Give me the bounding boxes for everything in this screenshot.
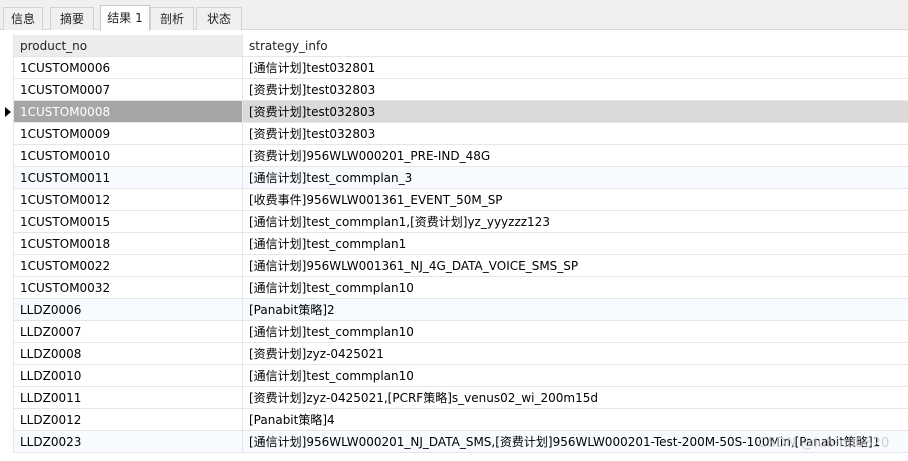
cell-product-no[interactable]: LLDZ0010 [14,365,243,386]
cell-strategy-info[interactable]: [资费计划]zyz-0425021 [243,343,908,364]
cell-strategy-info[interactable]: [通信计划]test_commplan1 [243,233,908,254]
table-row[interactable]: LLDZ0010 [通信计划]test_commplan10 [0,365,908,387]
cell-product-no[interactable]: 1CUSTOM0022 [14,255,243,276]
table-row[interactable]: 1CUSTOM0011 [通信计划]test_commplan_3 [0,167,908,189]
cell-strategy-info[interactable]: [资费计划]test032803 [243,79,908,100]
row-indicator[interactable] [0,189,14,211]
cell-product-no[interactable]: 1CUSTOM0010 [14,145,243,166]
tab-status[interactable]: 状态 [196,7,242,30]
table-row[interactable]: 1CUSTOM0032 [通信计划]test_commplan10 [0,277,908,299]
cell-strategy-info[interactable]: [资费计划]zyz-0425021,[PCRF策略]s_venus02_wi_2… [243,387,908,408]
cell-strategy-info[interactable]: [通信计划]test_commplan10 [243,365,908,386]
result-grid: product_no strategy_info 1CUSTOM0006 [通信计… [0,35,908,453]
row-indicator[interactable] [0,167,14,189]
cell-product-no[interactable]: 1CUSTOM0015 [14,211,243,232]
cell-strategy-info[interactable]: [通信计划]test_commplan1,[资费计划]yz_yyyzzz123 [243,211,908,232]
cell-product-no[interactable]: LLDZ0007 [14,321,243,342]
row-indicator[interactable] [0,79,14,101]
cell-product-no[interactable]: 1CUSTOM0009 [14,123,243,144]
cell-product-no[interactable]: 1CUSTOM0011 [14,167,243,188]
grid-header-row: product_no strategy_info [0,35,908,57]
row-indicator[interactable] [0,409,14,431]
row-indicator[interactable] [0,255,14,277]
cell-strategy-info[interactable]: [资费计划]test032803 [243,123,908,144]
cell-product-no[interactable]: 1CUSTOM0007 [14,79,243,100]
table-row[interactable]: 1CUSTOM0006 [通信计划]test032801 [0,57,908,79]
row-indicator[interactable] [0,145,14,167]
row-indicator[interactable] [0,57,14,79]
table-row[interactable]: 1CUSTOM0007 [资费计划]test032803 [0,79,908,101]
tab-profile[interactable]: 剖析 [150,7,194,30]
row-indicator[interactable] [0,277,14,299]
column-header-strategy-info[interactable]: strategy_info [243,35,908,56]
column-header-product-no[interactable]: product_no [14,35,243,56]
row-indicator[interactable] [0,343,14,365]
table-row[interactable]: LLDZ0011 [资费计划]zyz-0425021,[PCRF策略]s_venu… [0,387,908,409]
table-row[interactable]: LLDZ0006 [Panabit策略]2 [0,299,908,321]
tab-info[interactable]: 信息 [3,7,43,30]
table-row[interactable]: LLDZ0012 [Panabit策略]4 [0,409,908,431]
table-row[interactable]: 1CUSTOM0010 [资费计划]956WLW000201_PRE-IND_48… [0,145,908,167]
current-row-arrow-icon [5,107,11,117]
row-indicator[interactable] [0,365,14,387]
cell-strategy-info[interactable]: [通信计划]956WLW001361_NJ_4G_DATA_VOICE_SMS_… [243,255,908,276]
tab-summary[interactable]: 摘要 [50,7,94,30]
cell-product-no[interactable]: 1CUSTOM0008 [14,101,243,122]
table-row[interactable]: LLDZ0008 [资费计划]zyz-0425021 [0,343,908,365]
table-row[interactable]: 1CUSTOM0012 [收费事件]956WLW001361_EVENT_50M_… [0,189,908,211]
row-indicator[interactable] [0,211,14,233]
cell-strategy-info[interactable]: [收费事件]956WLW001361_EVENT_50M_SP [243,189,908,210]
row-indicator[interactable] [0,387,14,409]
cell-product-no[interactable]: LLDZ0012 [14,409,243,430]
tab-result-1[interactable]: 结果 1 [100,5,150,31]
cell-strategy-info[interactable]: [Panabit策略]2 [243,299,908,320]
cell-strategy-info[interactable]: [通信计划]test_commplan10 [243,277,908,298]
cell-product-no[interactable]: LLDZ0023 [14,431,243,452]
cell-strategy-info[interactable]: [资费计划]956WLW000201_PRE-IND_48G [243,145,908,166]
cell-product-no[interactable]: 1CUSTOM0018 [14,233,243,254]
row-indicator[interactable] [0,321,14,343]
table-row[interactable]: LLDZ0007 [通信计划]test_commplan10 [0,321,908,343]
row-indicator-header [0,35,14,57]
cell-strategy-info[interactable]: [资费计划]test032803 [243,101,908,122]
cell-product-no[interactable]: LLDZ0008 [14,343,243,364]
table-row[interactable]: 1CUSTOM0009 [资费计划]test032803 [0,123,908,145]
table-row[interactable]: 1CUSTOM0018 [通信计划]test_commplan1 [0,233,908,255]
table-row[interactable]: 1CUSTOM0022 [通信计划]956WLW001361_NJ_4G_DATA… [0,255,908,277]
row-indicator[interactable] [0,299,14,321]
cell-strategy-info[interactable]: [通信计划]test_commplan_3 [243,167,908,188]
cell-product-no[interactable]: 1CUSTOM0012 [14,189,243,210]
table-row[interactable]: 1CUSTOM0015 [通信计划]test_commplan1,[资费计划]yz… [0,211,908,233]
result-tabbar: 信息 摘要 结果 1 剖析 状态 [0,0,908,31]
cell-product-no[interactable]: LLDZ0006 [14,299,243,320]
cell-product-no[interactable]: 1CUSTOM0032 [14,277,243,298]
csdn-watermark: CSDN @lubinii0620 [758,436,890,451]
cell-product-no[interactable]: LLDZ0011 [14,387,243,408]
cell-strategy-info[interactable]: [通信计划]test_commplan10 [243,321,908,342]
row-indicator[interactable] [0,123,14,145]
cell-strategy-info[interactable]: [通信计划]test032801 [243,57,908,78]
row-indicator[interactable] [0,101,14,123]
cell-product-no[interactable]: 1CUSTOM0006 [14,57,243,78]
cell-strategy-info[interactable]: [Panabit策略]4 [243,409,908,430]
row-indicator[interactable] [0,233,14,255]
row-indicator[interactable] [0,431,14,453]
table-row[interactable]: 1CUSTOM0008 [资费计划]test032803 [0,101,908,123]
